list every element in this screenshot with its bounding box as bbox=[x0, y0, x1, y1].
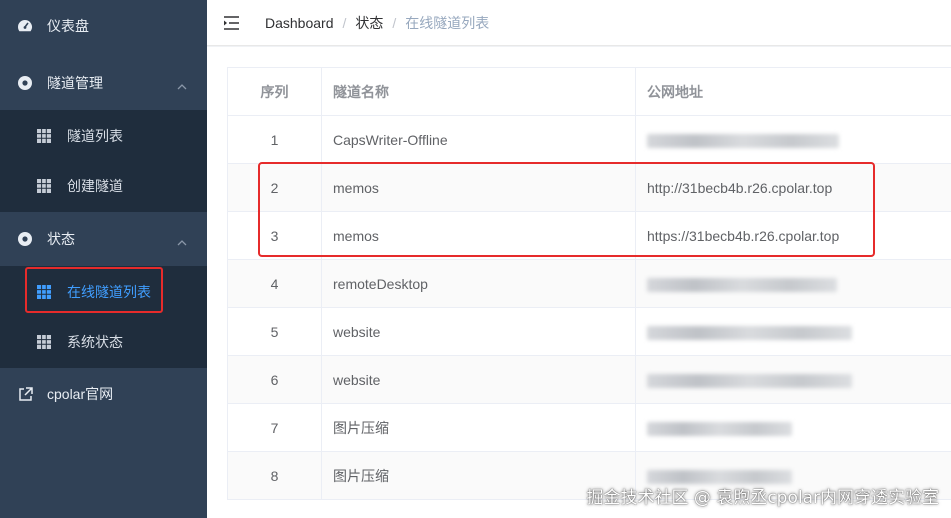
menu-dashboard-label: 仪表盘 bbox=[47, 18, 89, 34]
redacted-url bbox=[647, 373, 852, 388]
cell-index: 5 bbox=[227, 307, 322, 356]
cell-index: 4 bbox=[227, 259, 322, 308]
main-content: 序列 隧道名称 公网地址 1 CapsWriter-Offline 2 memos ht… bbox=[207, 47, 951, 518]
sidebar-item-create-tunnel[interactable]: 创建隧道 bbox=[0, 160, 207, 212]
settings-icon bbox=[16, 74, 34, 92]
redacted-url bbox=[647, 421, 792, 436]
grid-icon bbox=[37, 129, 51, 143]
table-row: 2 memos http://31becb4b.r26.cpolar.top bbox=[227, 163, 951, 212]
menu-cpolar-website-label: cpolar官网 bbox=[47, 386, 114, 402]
sidebar: 仪表盘 隧道管理 隧道列表 创建隧道 状态 在线隧道列表 系统状态 cpolar… bbox=[0, 0, 207, 518]
column-header-name: 隧道名称 bbox=[321, 67, 636, 116]
cell-index: 1 bbox=[227, 115, 322, 164]
breadcrumb: Dashboard / 状态 / 在线隧道列表 bbox=[265, 13, 489, 33]
tunnel-table: 序列 隧道名称 公网地址 1 CapsWriter-Offline 2 memos ht… bbox=[227, 67, 951, 500]
table-row: 3 memos https://31becb4b.r26.cpolar.top bbox=[227, 211, 951, 260]
menu-toggle-icon[interactable] bbox=[224, 15, 240, 30]
table-row: 7 图片压缩 bbox=[227, 403, 951, 452]
cell-public-url[interactable] bbox=[635, 259, 951, 308]
redacted-url bbox=[647, 325, 852, 340]
menu-dashboard[interactable]: 仪表盘 bbox=[0, 0, 207, 52]
cell-public-url[interactable] bbox=[635, 355, 951, 404]
cell-public-url[interactable] bbox=[635, 307, 951, 356]
redacted-url bbox=[647, 133, 839, 148]
sidebar-item-create-tunnel-label: 创建隧道 bbox=[67, 178, 123, 194]
redacted-url bbox=[647, 469, 792, 484]
cell-tunnel-name: remoteDesktop bbox=[321, 259, 636, 308]
cell-public-url[interactable]: http://31becb4b.r26.cpolar.top bbox=[635, 163, 951, 212]
menu-status[interactable]: 状态 bbox=[0, 213, 207, 265]
menu-cpolar-website[interactable]: cpolar官网 bbox=[0, 368, 207, 420]
breadcrumb-status[interactable]: 状态 bbox=[355, 13, 383, 33]
chevron-up-icon bbox=[177, 77, 187, 93]
cell-public-url[interactable]: https://31becb4b.r26.cpolar.top bbox=[635, 211, 951, 260]
cell-index: 3 bbox=[227, 211, 322, 260]
breadcrumb-separator: / bbox=[342, 14, 347, 31]
table-row: 4 remoteDesktop bbox=[227, 259, 951, 308]
grid-icon bbox=[37, 179, 51, 193]
cell-tunnel-name: memos bbox=[321, 211, 636, 260]
top-header: Dashboard / 状态 / 在线隧道列表 bbox=[207, 0, 951, 46]
table-header-row: 序列 隧道名称 公网地址 bbox=[227, 67, 951, 116]
cell-tunnel-name: memos bbox=[321, 163, 636, 212]
cell-tunnel-name: CapsWriter-Offline bbox=[321, 115, 636, 164]
cell-public-url[interactable] bbox=[635, 403, 951, 452]
breadcrumb-current: 在线隧道列表 bbox=[405, 14, 490, 31]
chevron-up-icon bbox=[177, 233, 187, 249]
sidebar-item-tunnel-list[interactable]: 隧道列表 bbox=[0, 110, 207, 162]
cell-index: 7 bbox=[227, 403, 322, 452]
breadcrumb-separator: / bbox=[392, 14, 397, 31]
cell-tunnel-name: website bbox=[321, 307, 636, 356]
table-row: 6 website bbox=[227, 355, 951, 404]
sidebar-item-tunnel-list-label: 隧道列表 bbox=[67, 128, 123, 144]
menu-status-label: 状态 bbox=[47, 231, 75, 247]
sidebar-item-system-status-label: 系统状态 bbox=[67, 334, 123, 350]
table-row: 5 website bbox=[227, 307, 951, 356]
column-header-url: 公网地址 bbox=[635, 67, 951, 116]
breadcrumb-dashboard[interactable]: Dashboard bbox=[265, 15, 334, 31]
sidebar-item-system-status[interactable]: 系统状态 bbox=[0, 316, 207, 368]
cell-tunnel-name: website bbox=[321, 355, 636, 404]
column-header-index: 序列 bbox=[227, 67, 322, 116]
cell-index: 2 bbox=[227, 163, 322, 212]
menu-tunnel-management-label: 隧道管理 bbox=[47, 75, 103, 91]
redacted-url bbox=[647, 277, 837, 292]
cell-public-url[interactable] bbox=[635, 115, 951, 164]
table-row: 1 CapsWriter-Offline bbox=[227, 115, 951, 164]
external-link-icon bbox=[16, 385, 34, 403]
watermark: 掘金技术社区 @ 袁煦丞cpolar内网穿透实验室 bbox=[586, 488, 939, 508]
cell-tunnel-name: 图片压缩 bbox=[321, 403, 636, 452]
menu-tunnel-management[interactable]: 隧道管理 bbox=[0, 57, 207, 109]
cell-index: 6 bbox=[227, 355, 322, 404]
highlight-box bbox=[25, 267, 163, 313]
grid-icon bbox=[37, 335, 51, 349]
cell-index: 8 bbox=[227, 451, 322, 500]
settings-icon bbox=[16, 230, 34, 248]
dashboard-icon bbox=[16, 17, 34, 35]
